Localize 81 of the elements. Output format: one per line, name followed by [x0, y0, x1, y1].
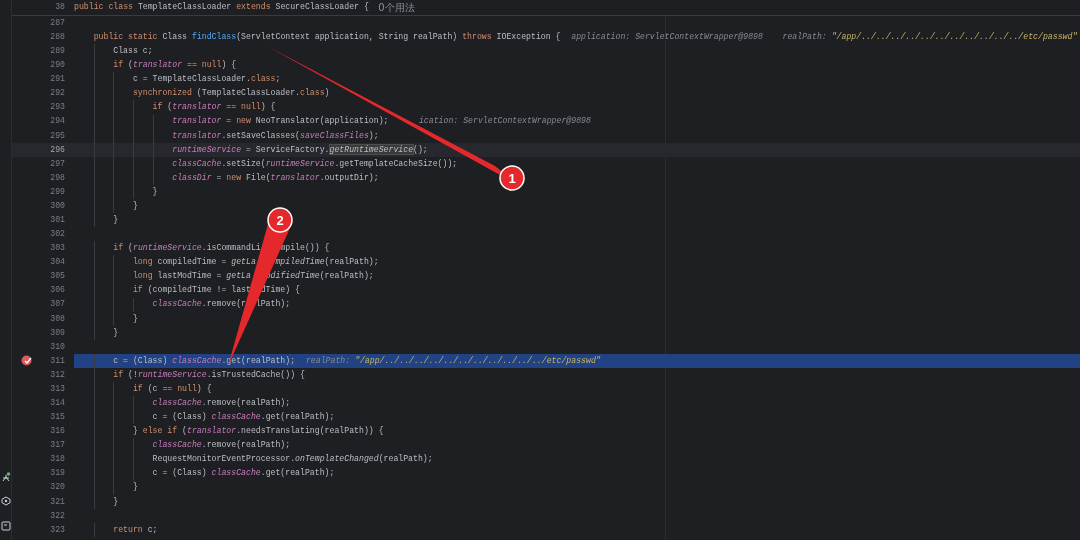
code-line: c = TemplateClassLoader.class; [132, 73, 281, 86]
inline-value-hint: realPath: "/app/../../../../../../../../../../../etc/passwd" [782, 30, 1078, 43]
line-number: 302 [49, 228, 66, 241]
callout-number: 2 [267, 207, 293, 233]
code-line: Class c; [113, 45, 153, 58]
line-number: 289 [49, 45, 66, 58]
code-line: public class TemplateClassLoader extends SecureClassLoader { [74, 1, 369, 14]
code-line: return c; [113, 523, 158, 536]
line-number: 305 [49, 270, 66, 283]
code-line: classCache.remove(realPath); [152, 439, 291, 452]
code-line: if (compiledTime != last dTime) { [132, 284, 300, 297]
line-number: 300 [49, 199, 66, 212]
code-line: translator = new NeoTranslator(application); [172, 115, 389, 128]
callout-number: 1 [499, 165, 525, 191]
line-number: 293 [49, 101, 66, 114]
line-number: 295 [49, 129, 66, 142]
code-line: c = (Class) classCache.get(realPath); [152, 411, 335, 424]
line-number: 316 [49, 425, 66, 438]
code-line: runtimeService = ServiceFactory.getRuntimeService(); [172, 143, 428, 156]
line-number: 312 [49, 368, 66, 381]
code-line: } [113, 495, 119, 508]
code-line: if (translator == null) { [152, 101, 276, 114]
code-line: classCache.remove(realPath); [152, 397, 291, 409]
code-line: } [113, 326, 119, 339]
usage-hint: 0个用法 [378, 1, 415, 15]
line-number: 291 [49, 73, 66, 86]
code-line: } else if (translator.needsTranslating(realPath)) { [132, 425, 384, 438]
code-line: } [152, 185, 158, 198]
line-number: 321 [49, 495, 66, 508]
terminal-icon[interactable] [0, 520, 11, 531]
inline-value-hint: application: ServletContextWrapper@9898 [571, 30, 763, 43]
line-number: 309 [49, 326, 66, 339]
line-number: 297 [49, 157, 66, 170]
line-number: 317 [49, 439, 66, 452]
code-line: classCache.setSize(runtimeService.getTemplateCacheSize()); [172, 157, 458, 170]
line-number: 311 [49, 354, 66, 367]
line-number: 287 [49, 16, 66, 29]
code-line: long compiledTime = getLa mpiledTime(realPath); [132, 256, 379, 269]
line-number: 303 [49, 242, 66, 255]
line-number: 313 [49, 382, 66, 395]
code-line: if (runtimeService.isCommandLi mpile()) { [113, 242, 330, 255]
code-line: } [132, 199, 138, 212]
code-line: } [132, 481, 138, 494]
line-number: 318 [49, 453, 66, 466]
code-line: classCache.remove(r lPath); [152, 298, 291, 311]
line-number: 315 [49, 411, 66, 424]
line-number: 307 [49, 298, 66, 311]
line-number: 314 [49, 397, 66, 409]
line-number: 308 [49, 312, 66, 325]
line-number: 288 [49, 30, 66, 43]
line-number: 304 [49, 256, 66, 269]
line-number: 294 [49, 115, 66, 128]
line-number: 38 [54, 1, 66, 14]
inline-value-hint: realPath: "/app/../../../../../../../../../../../etc/passwd" [305, 354, 601, 367]
line-number: 306 [49, 284, 66, 297]
line-number: 296 [49, 143, 66, 156]
line-number: 290 [49, 59, 66, 72]
code-line: translator.setSaveClasses(saveClassFiles); [172, 129, 379, 142]
line-number: 323 [49, 523, 66, 536]
code-line: if (c == null) { [132, 382, 212, 395]
code-line: if (translator == null) { [113, 59, 237, 72]
line-number: 298 [49, 171, 66, 184]
debug-icon[interactable] [0, 471, 11, 482]
line-number: 320 [49, 481, 66, 494]
code-line: } [113, 214, 119, 226]
code-line: RequestMonitorEventProcessor.onTemplateChanged(realPath); [152, 453, 433, 466]
code-line: public static Class findClass(ServletContext application, String realPath) throws IOException { [93, 30, 561, 43]
line-number: 292 [49, 87, 66, 100]
code-line: } [132, 312, 138, 325]
line-number: 301 [49, 214, 66, 226]
breakpoint-icon[interactable] [21, 355, 32, 367]
services-icon[interactable] [0, 496, 11, 507]
line-number: 322 [49, 509, 66, 522]
line-number: 310 [49, 340, 66, 353]
code-line: synchronized (TemplateClassLoader.class) [132, 87, 330, 100]
code-line: classDir = new File(translator.outputDir); [172, 171, 379, 184]
inline-value-hint: ication: ServletContextWrapper@9898 [417, 115, 591, 128]
line-number: 299 [49, 185, 66, 198]
code-line: if (!runtimeService.isTrustedCache()) { [113, 368, 305, 381]
line-number: 319 [49, 467, 66, 480]
code-line: c = (Class) classCache.get(realPath); [152, 467, 335, 480]
